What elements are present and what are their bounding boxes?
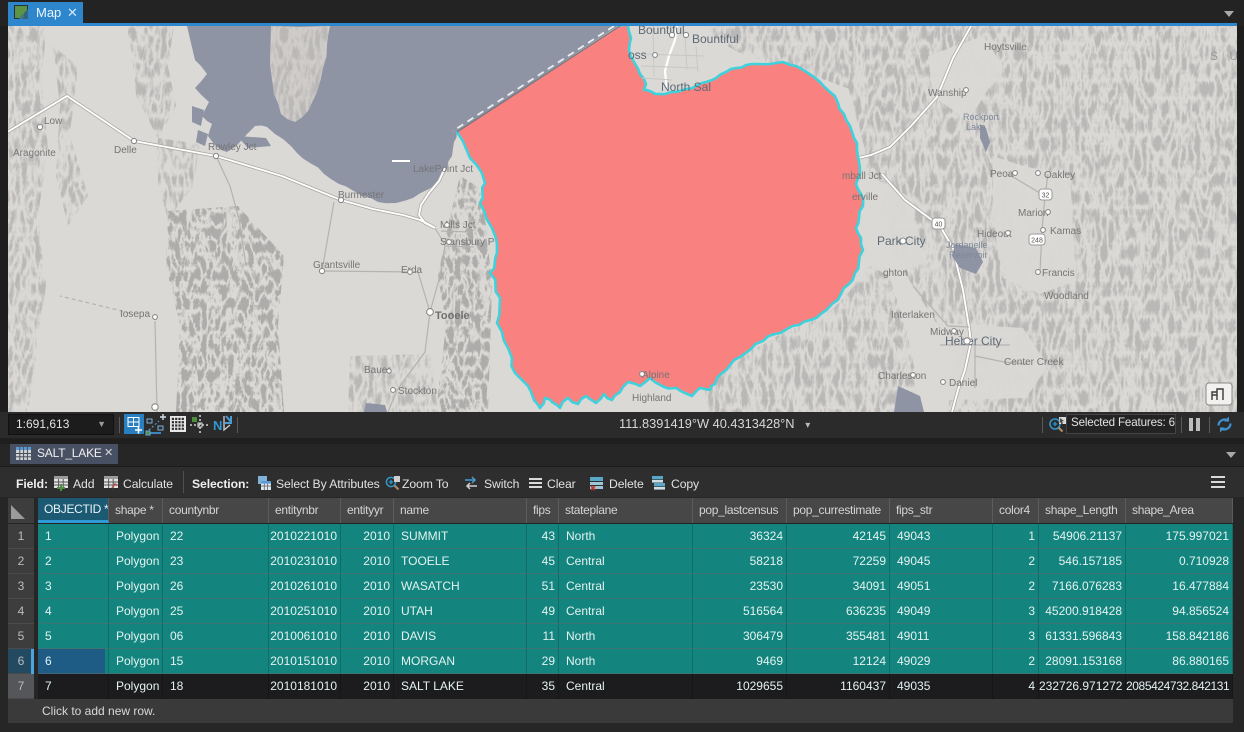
svg-text:Lake: Lake — [966, 122, 986, 132]
svg-text:Highland: Highland — [632, 393, 671, 404]
svg-text:Bountiful: Bountiful — [638, 26, 685, 37]
svg-text:Jordanelle: Jordanelle — [946, 240, 988, 250]
svg-text:Hoytsville: Hoytsville — [984, 42, 1027, 53]
svg-text:32: 32 — [1042, 193, 1050, 200]
svg-text:Oakley: Oakley — [1044, 170, 1075, 181]
svg-text:Tooele: Tooele — [435, 310, 470, 322]
svg-text:S U: S U — [1210, 49, 1237, 63]
svg-text:N: N — [213, 418, 222, 433]
svg-text:Aragonite: Aragonite — [13, 148, 56, 159]
svg-text:Francis: Francis — [1042, 268, 1075, 279]
svg-text:Woodland: Woodland — [1044, 291, 1089, 302]
svg-text:Iosepa: Iosepa — [120, 309, 150, 320]
svg-text:Rockport: Rockport — [963, 112, 1000, 122]
svg-text:Alpine: Alpine — [642, 370, 670, 381]
svg-text:Peoa: Peoa — [990, 169, 1014, 180]
svg-text:Daniel: Daniel — [949, 378, 977, 389]
svg-text:Wanship: Wanship — [928, 88, 967, 99]
svg-text:Center Creek: Center Creek — [1004, 357, 1064, 368]
svg-text:Interlaken: Interlaken — [891, 310, 935, 321]
svg-text:Burmester: Burmester — [338, 190, 385, 201]
svg-text:North Sal: North Sal — [661, 80, 711, 94]
svg-text:mball Jct: mball Jct — [842, 171, 882, 182]
svg-text:erville: erville — [852, 192, 879, 203]
svg-text:Reservoir: Reservoir — [949, 250, 988, 260]
svg-text:248: 248 — [1031, 238, 1043, 245]
svg-text:Charleston: Charleston — [878, 371, 926, 382]
svg-text:Rowley Jct: Rowley Jct — [208, 142, 257, 153]
svg-text:40: 40 — [935, 222, 943, 229]
svg-text:oss: oss — [628, 48, 647, 62]
svg-text:Low: Low — [44, 116, 63, 127]
svg-text:Kamas: Kamas — [1050, 226, 1081, 237]
svg-text:LakePoint Jct: LakePoint Jct — [413, 164, 473, 175]
svg-text:Marion: Marion — [1018, 208, 1049, 219]
svg-text:Heber City: Heber City — [945, 334, 1002, 348]
svg-text:Bountiful: Bountiful — [692, 32, 739, 46]
svg-text:ghton: ghton — [883, 268, 908, 279]
svg-text:Stockton: Stockton — [398, 386, 437, 397]
svg-text:Delle: Delle — [114, 145, 137, 156]
